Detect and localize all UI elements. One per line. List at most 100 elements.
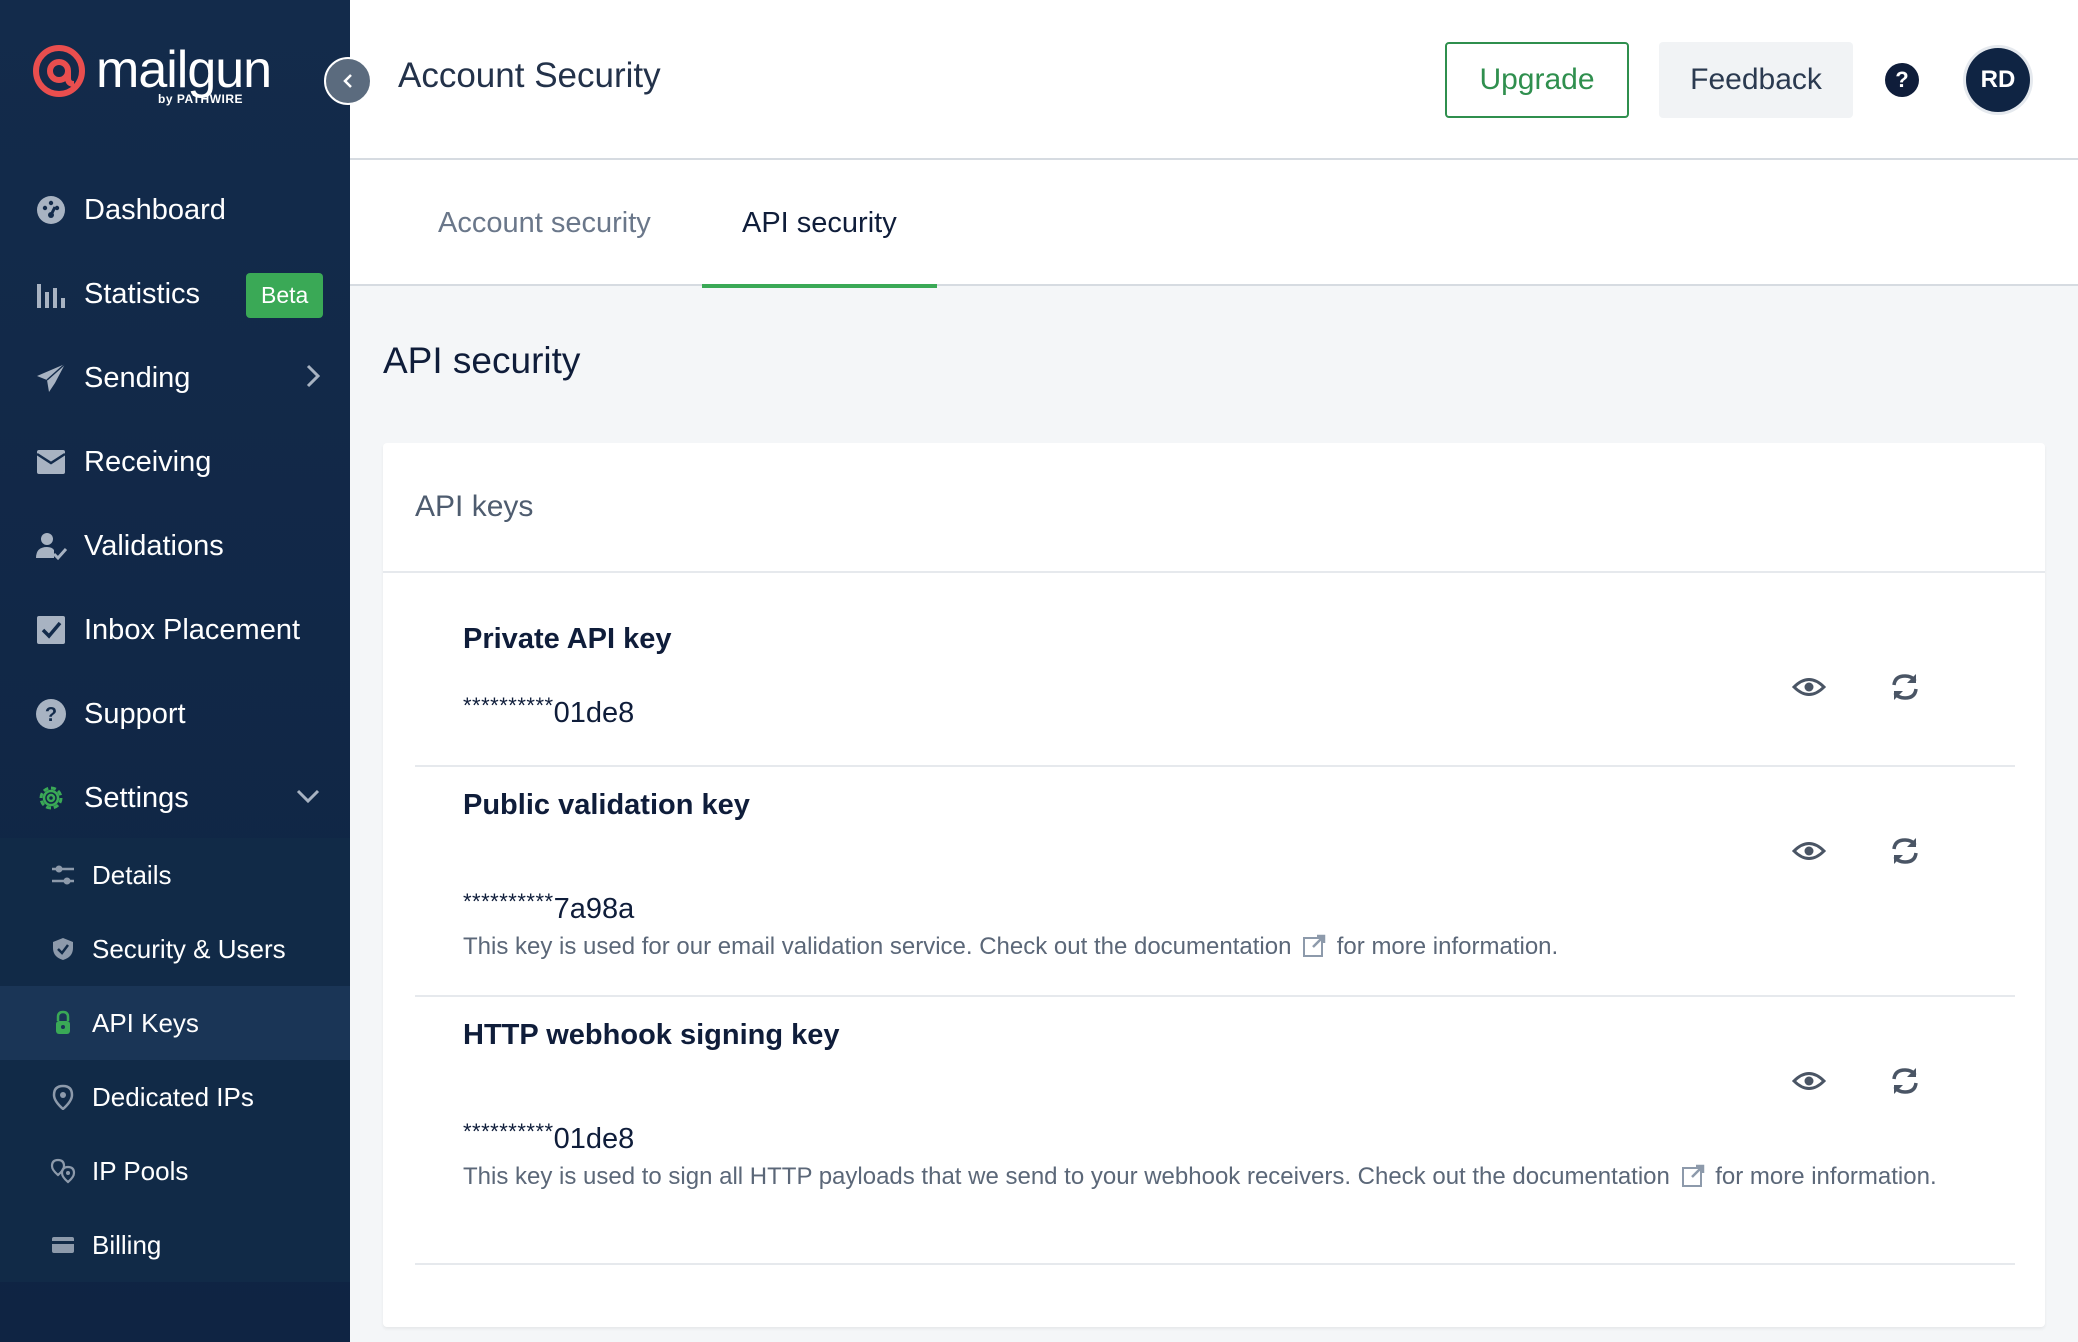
eye-icon <box>1792 842 1826 860</box>
sidebar: mailgun by PATHWIRE Dashboard Statistics… <box>0 0 350 1342</box>
sidebar-subitem-label: API Keys <box>92 1007 199 1038</box>
mailgun-logo[interactable]: mailgun by PATHWIRE <box>32 41 272 106</box>
sidebar-item-label: Dashboard <box>84 193 226 226</box>
sidebar-subitem-label: Security & Users <box>92 933 286 964</box>
sidebar-subitem-ip-pools[interactable]: IP Pools <box>0 1134 350 1208</box>
section-title: API security <box>383 340 581 381</box>
key-value: **********01de8 <box>463 693 634 730</box>
location-pin-icon <box>48 1082 78 1112</box>
sidebar-subitem-dedicated-ips[interactable]: Dedicated IPs <box>0 1060 350 1134</box>
refresh-icon <box>1892 838 1918 864</box>
tab-api-security[interactable]: API security <box>702 160 937 288</box>
sidebar-item-statistics[interactable]: Statistics Beta <box>0 252 350 336</box>
sidebar-item-label: Support <box>84 697 186 730</box>
sidebar-item-label: Settings <box>84 781 189 814</box>
external-link-icon[interactable] <box>1302 933 1326 969</box>
rotate-key-button[interactable] <box>1885 831 1925 871</box>
key-description: This key is used to sign all HTTP payloa… <box>463 1159 1963 1199</box>
key-name: Public validation key <box>463 789 750 821</box>
api-keys-card: API keys Private API key **********01de8… <box>383 443 2045 1327</box>
show-key-button[interactable] <box>1789 831 1829 871</box>
page-title: Account Security <box>398 56 661 95</box>
external-link-icon[interactable] <box>1681 1163 1705 1199</box>
logo-wordmark: mailgun <box>96 41 272 99</box>
key-suffix: 7a98a <box>553 893 635 925</box>
inbox-icon <box>32 443 70 481</box>
main-nav: Dashboard Statistics Beta Sending Receiv… <box>0 168 350 840</box>
key-name: Private API key <box>463 623 672 655</box>
pins-icon <box>48 1156 78 1186</box>
sidebar-subitem-label: Billing <box>92 1229 162 1260</box>
show-key-button[interactable] <box>1789 667 1829 707</box>
sidebar-item-sending[interactable]: Sending <box>0 336 350 420</box>
sidebar-subitem-billing[interactable]: Billing <box>0 1208 350 1282</box>
key-row-public-validation: Public validation key **********7a98a Th… <box>415 767 2015 997</box>
sidebar-item-label: Validations <box>84 529 224 562</box>
svg-text:?: ? <box>45 704 57 726</box>
shield-icon <box>48 934 78 964</box>
sidebar-item-dashboard[interactable]: Dashboard <box>0 168 350 252</box>
eye-icon <box>1792 678 1826 696</box>
key-name: HTTP webhook signing key <box>463 1019 840 1051</box>
dashboard-icon <box>32 191 70 229</box>
card-title: API keys <box>383 443 2045 573</box>
refresh-icon <box>1892 1068 1918 1094</box>
sidebar-subitem-label: Details <box>92 859 172 890</box>
sidebar-item-label: Sending <box>84 361 191 394</box>
paper-plane-icon <box>32 359 70 397</box>
lock-icon <box>48 1008 78 1038</box>
sidebar-item-label: Inbox Placement <box>84 613 301 646</box>
settings-subnav: Details Security & Users API Keys Dedica… <box>0 838 350 1282</box>
key-description-text: for more information. <box>1336 933 1559 960</box>
beta-badge: Beta <box>246 273 324 318</box>
key-suffix: 01de8 <box>553 697 635 729</box>
gear-icon <box>32 779 70 817</box>
checkbox-icon <box>32 611 70 649</box>
collapse-sidebar-button[interactable] <box>324 57 372 105</box>
key-suffix: 01de8 <box>553 1123 635 1155</box>
help-circle-icon: ? <box>32 695 70 733</box>
key-description: This key is used for our email validatio… <box>463 929 1963 969</box>
key-value: **********7a98a <box>463 889 634 926</box>
sliders-icon <box>48 860 78 890</box>
sidebar-subitem-label: Dedicated IPs <box>92 1081 254 1112</box>
avatar[interactable]: RD <box>1966 48 2030 112</box>
bar-chart-icon <box>32 275 70 313</box>
user-check-icon <box>32 527 70 565</box>
chevron-left-icon <box>343 74 352 88</box>
sidebar-item-settings[interactable]: Settings <box>0 756 350 840</box>
credit-card-icon <box>48 1230 78 1260</box>
upgrade-button[interactable]: Upgrade <box>1445 42 1629 118</box>
sidebar-item-receiving[interactable]: Receiving <box>0 420 350 504</box>
chevron-down-icon <box>294 782 322 817</box>
sidebar-item-support[interactable]: ? Support <box>0 672 350 756</box>
tab-account-security[interactable]: Account security <box>398 160 691 286</box>
refresh-icon <box>1892 674 1918 700</box>
eye-icon <box>1792 1072 1826 1090</box>
rotate-key-button[interactable] <box>1885 1061 1925 1101</box>
key-row-webhook-signing: HTTP webhook signing key **********01de8… <box>415 997 2015 1265</box>
key-description-text: This key is used for our email validatio… <box>463 933 1292 960</box>
rotate-key-button[interactable] <box>1885 667 1925 707</box>
sidebar-subitem-label: IP Pools <box>92 1155 189 1186</box>
key-mask: ********** <box>463 889 554 914</box>
top-header: Account Security Upgrade Feedback ? RD <box>350 0 2078 160</box>
key-mask: ********** <box>463 693 554 718</box>
show-key-button[interactable] <box>1789 1061 1829 1101</box>
sidebar-subitem-security-users[interactable]: Security & Users <box>0 912 350 986</box>
key-description-text: This key is used to sign all HTTP payloa… <box>463 1163 1670 1190</box>
security-tabs: Account security API security <box>350 160 2078 288</box>
help-icon[interactable]: ? <box>1885 63 1919 97</box>
chevron-right-icon <box>304 362 322 397</box>
feedback-button[interactable]: Feedback <box>1659 42 1853 118</box>
sidebar-item-validations[interactable]: Validations <box>0 504 350 588</box>
sidebar-item-inbox-placement[interactable]: Inbox Placement <box>0 588 350 672</box>
sidebar-subitem-api-keys[interactable]: API Keys <box>0 986 350 1060</box>
sidebar-subitem-details[interactable]: Details <box>0 838 350 912</box>
sidebar-item-label: Statistics <box>84 277 201 310</box>
key-value: **********01de8 <box>463 1119 634 1156</box>
sidebar-item-label: Receiving <box>84 445 212 478</box>
key-description-text: for more information. <box>1715 1163 1937 1190</box>
mailgun-logo-icon <box>32 44 86 98</box>
key-mask: ********** <box>463 1119 554 1144</box>
